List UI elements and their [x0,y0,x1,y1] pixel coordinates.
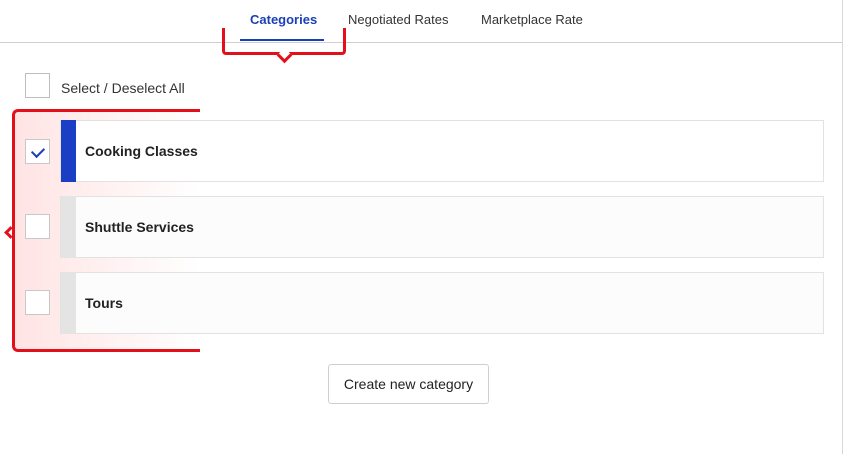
category-row-tours[interactable]: Tours [60,272,824,334]
create-new-category-button[interactable]: Create new category [328,364,489,404]
select-all-checkbox[interactable] [25,73,50,98]
page: Categories Negotiated Rates Marketplace … [0,0,846,454]
indicator-bar [61,196,76,258]
category-label: Cooking Classes [85,143,198,159]
category-label: Tours [85,295,123,311]
tab-marketplace-rate[interactable]: Marketplace Rate [481,12,583,27]
selected-indicator-bar [61,120,76,182]
indicator-bar [61,272,76,334]
tab-bar: Categories Negotiated Rates Marketplace … [0,0,842,43]
content-edge-divider [842,0,843,454]
checkmark-icon [30,143,46,159]
tab-negotiated-rates[interactable]: Negotiated Rates [348,12,448,27]
category-checkbox-shuttle-services[interactable] [25,214,50,239]
tab-categories[interactable]: Categories [250,12,317,27]
category-checkbox-cooking-classes[interactable] [25,139,50,164]
category-row-shuttle-services[interactable]: Shuttle Services [60,196,824,258]
category-row-cooking-classes[interactable]: Cooking Classes [60,120,824,182]
select-all-label: Select / Deselect All [61,80,185,96]
category-checkbox-tours[interactable] [25,290,50,315]
category-label: Shuttle Services [85,219,194,235]
